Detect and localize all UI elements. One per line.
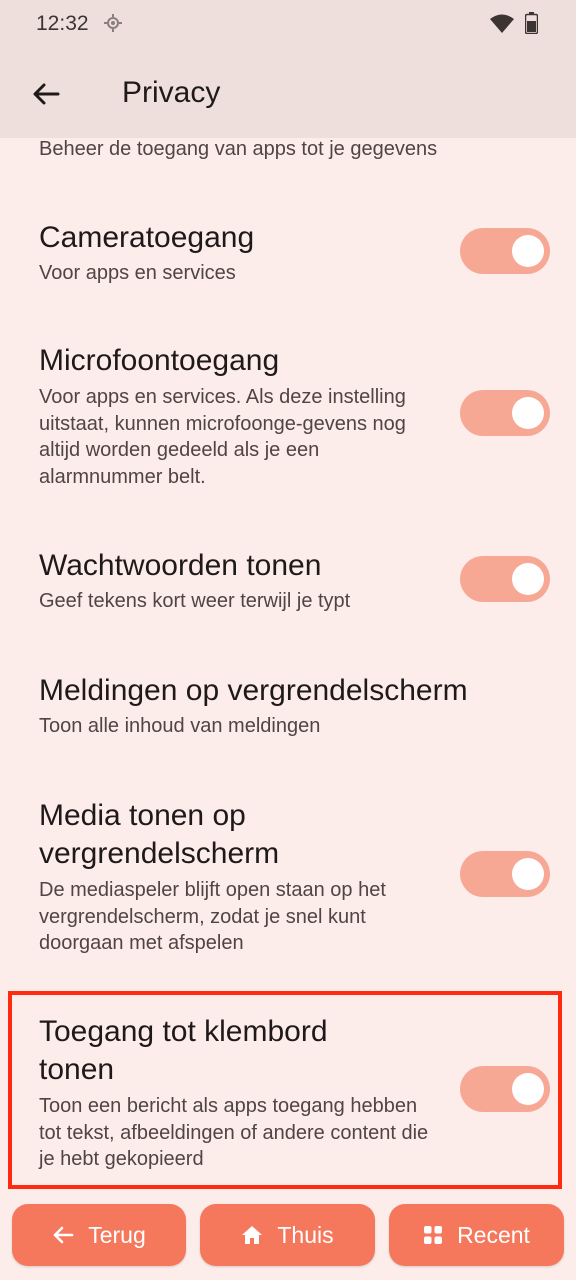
toggle-knob — [512, 563, 544, 595]
toggle-knob — [512, 397, 544, 429]
status-time: 12:32 — [36, 12, 89, 35]
battery-icon — [525, 12, 538, 34]
setting-subtitle: Geef tekens kort weer terwijl je typt — [39, 590, 351, 612]
back-button-label: Terug — [88, 1221, 146, 1248]
partial-item-subtitle: Beheer de toegang van apps tot je gegeve… — [39, 138, 438, 160]
setting-title: Cameratoegang — [39, 221, 255, 254]
page-title: Privacy — [122, 76, 221, 109]
setting-show-passwords[interactable]: Wachtwoorden tonen Geef tekens kort weer… — [0, 543, 576, 623]
settings-list[interactable]: Beheer de toegang van apps tot je gegeve… — [0, 138, 576, 1190]
camera-access-toggle[interactable] — [460, 228, 550, 274]
setting-title: Media tonen op vergrendelscherm — [39, 799, 280, 870]
microphone-access-toggle[interactable] — [460, 390, 550, 436]
setting-subtitle: Toon een bericht als apps toegang hebben… — [39, 1095, 429, 1170]
setting-subtitle: Voor apps en services — [39, 262, 236, 284]
home-button[interactable]: Thuis — [200, 1204, 375, 1266]
grid-icon — [423, 1225, 443, 1245]
location-icon — [104, 14, 122, 32]
arrow-left-icon — [33, 83, 60, 105]
recent-button[interactable]: Recent — [389, 1204, 564, 1266]
home-button-label: Thuis — [277, 1221, 334, 1248]
arrow-left-icon — [52, 1226, 74, 1244]
setting-subtitle: Toon alle inhoud van meldingen — [39, 715, 321, 737]
setting-title: Microfoontoegang — [39, 344, 280, 377]
status-bar: 12:32 — [0, 0, 576, 50]
back-arrow-button[interactable] — [22, 70, 70, 118]
recent-button-label: Recent — [457, 1221, 530, 1248]
toggle-knob — [512, 858, 544, 890]
setting-camera-access[interactable]: Cameratoegang Voor apps en services — [0, 213, 576, 303]
app-bar: Privacy — [0, 50, 576, 138]
setting-title: Toegang tot klembord tonen — [39, 1015, 328, 1086]
setting-clipboard-access[interactable]: Toegang tot klembord tonen Toon een beri… — [0, 1011, 576, 1181]
toggle-knob — [512, 235, 544, 267]
home-icon — [241, 1225, 263, 1245]
back-button[interactable]: Terug — [12, 1204, 186, 1266]
toggle-knob — [512, 1073, 544, 1105]
setting-subtitle: De mediaspeler blijft open staan op het … — [39, 879, 386, 954]
setting-lockscreen-notifications[interactable]: Meldingen op vergrendelscherm Toon alle … — [0, 668, 576, 748]
setting-title: Meldingen op vergrendelscherm — [39, 674, 468, 707]
bottom-navigation: Terug Thuis Recent — [0, 1190, 576, 1280]
setting-lockscreen-media[interactable]: Media tonen op vergrendelscherm De media… — [0, 793, 576, 963]
setting-title: Wachtwoorden tonen — [39, 549, 322, 582]
setting-subtitle: Voor apps en services. Als deze instelli… — [39, 386, 406, 488]
setting-microphone-access[interactable]: Microfoontoegang Voor apps en services. … — [0, 338, 576, 498]
wifi-icon — [490, 14, 514, 33]
clipboard-access-toggle[interactable] — [460, 1066, 550, 1112]
show-passwords-toggle[interactable] — [460, 556, 550, 602]
lockscreen-media-toggle[interactable] — [460, 851, 550, 897]
